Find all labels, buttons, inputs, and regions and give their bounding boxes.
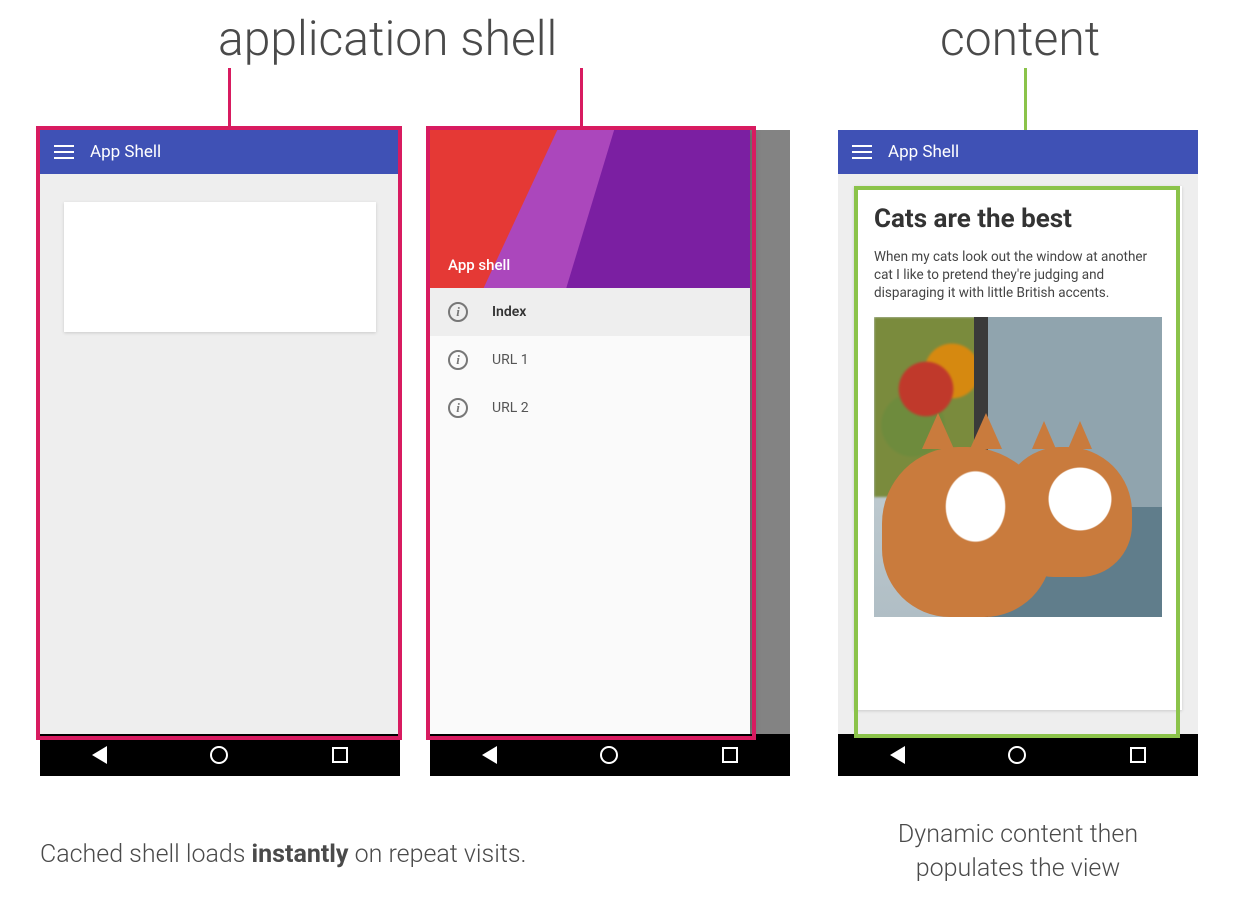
recents-icon[interactable]: [722, 747, 738, 763]
drawer-list: i Index i URL 1 i URL 2: [430, 288, 750, 432]
caption-shell: Cached shell loads instantly on repeat v…: [40, 838, 527, 872]
app-bar: App Shell: [838, 130, 1198, 174]
caption-content: Dynamic content then populates the view: [848, 818, 1188, 886]
connector-line-shell-right: [580, 68, 583, 130]
back-icon[interactable]: [92, 746, 107, 764]
drawer-item-url2[interactable]: i URL 2: [430, 384, 750, 432]
nav-drawer: App shell i Index i URL 1 i U: [430, 130, 750, 734]
app-bar-title: App Shell: [90, 142, 161, 162]
app-bar-title: App Shell: [888, 142, 959, 162]
app-bar: App Shell: [40, 130, 400, 174]
info-icon: i: [448, 398, 468, 418]
back-icon[interactable]: [890, 746, 905, 764]
drawer-item-label: URL 1: [492, 352, 529, 368]
home-icon[interactable]: [210, 746, 228, 764]
drawer-header: App shell: [430, 130, 750, 288]
hamburger-icon[interactable]: [54, 145, 74, 159]
hamburger-icon[interactable]: [852, 145, 872, 159]
article-body: When my cats look out the window at anot…: [874, 248, 1162, 303]
drawer-item-label: Index: [492, 304, 526, 320]
phone-shell-drawer: App shell i Index i URL 1 i U: [430, 130, 790, 776]
android-nav-bar: [40, 734, 400, 776]
info-icon: i: [448, 302, 468, 322]
back-icon[interactable]: [482, 746, 497, 764]
article-title: Cats are the best: [874, 204, 1162, 234]
recents-icon[interactable]: [332, 747, 348, 763]
android-nav-bar: [430, 734, 790, 776]
label-application-shell: application shell: [218, 10, 557, 67]
article-image: [874, 317, 1162, 617]
phone-content: App Shell Cats are the best When my cats…: [838, 130, 1198, 776]
phone-shell-empty: App Shell: [40, 130, 400, 776]
content-card: Cats are the best When my cats look out …: [854, 186, 1182, 710]
info-icon: i: [448, 350, 468, 370]
drawer-item-label: URL 2: [492, 400, 529, 416]
home-icon[interactable]: [1008, 746, 1026, 764]
android-nav-bar: [838, 734, 1198, 776]
connector-line-shell-left: [228, 68, 231, 130]
label-content: content: [940, 10, 1100, 67]
drawer-header-title: App shell: [448, 256, 510, 274]
drawer-item-index[interactable]: i Index: [430, 288, 750, 336]
placeholder-card: [64, 202, 376, 332]
drawer-item-url1[interactable]: i URL 1: [430, 336, 750, 384]
home-icon[interactable]: [600, 746, 618, 764]
recents-icon[interactable]: [1130, 747, 1146, 763]
